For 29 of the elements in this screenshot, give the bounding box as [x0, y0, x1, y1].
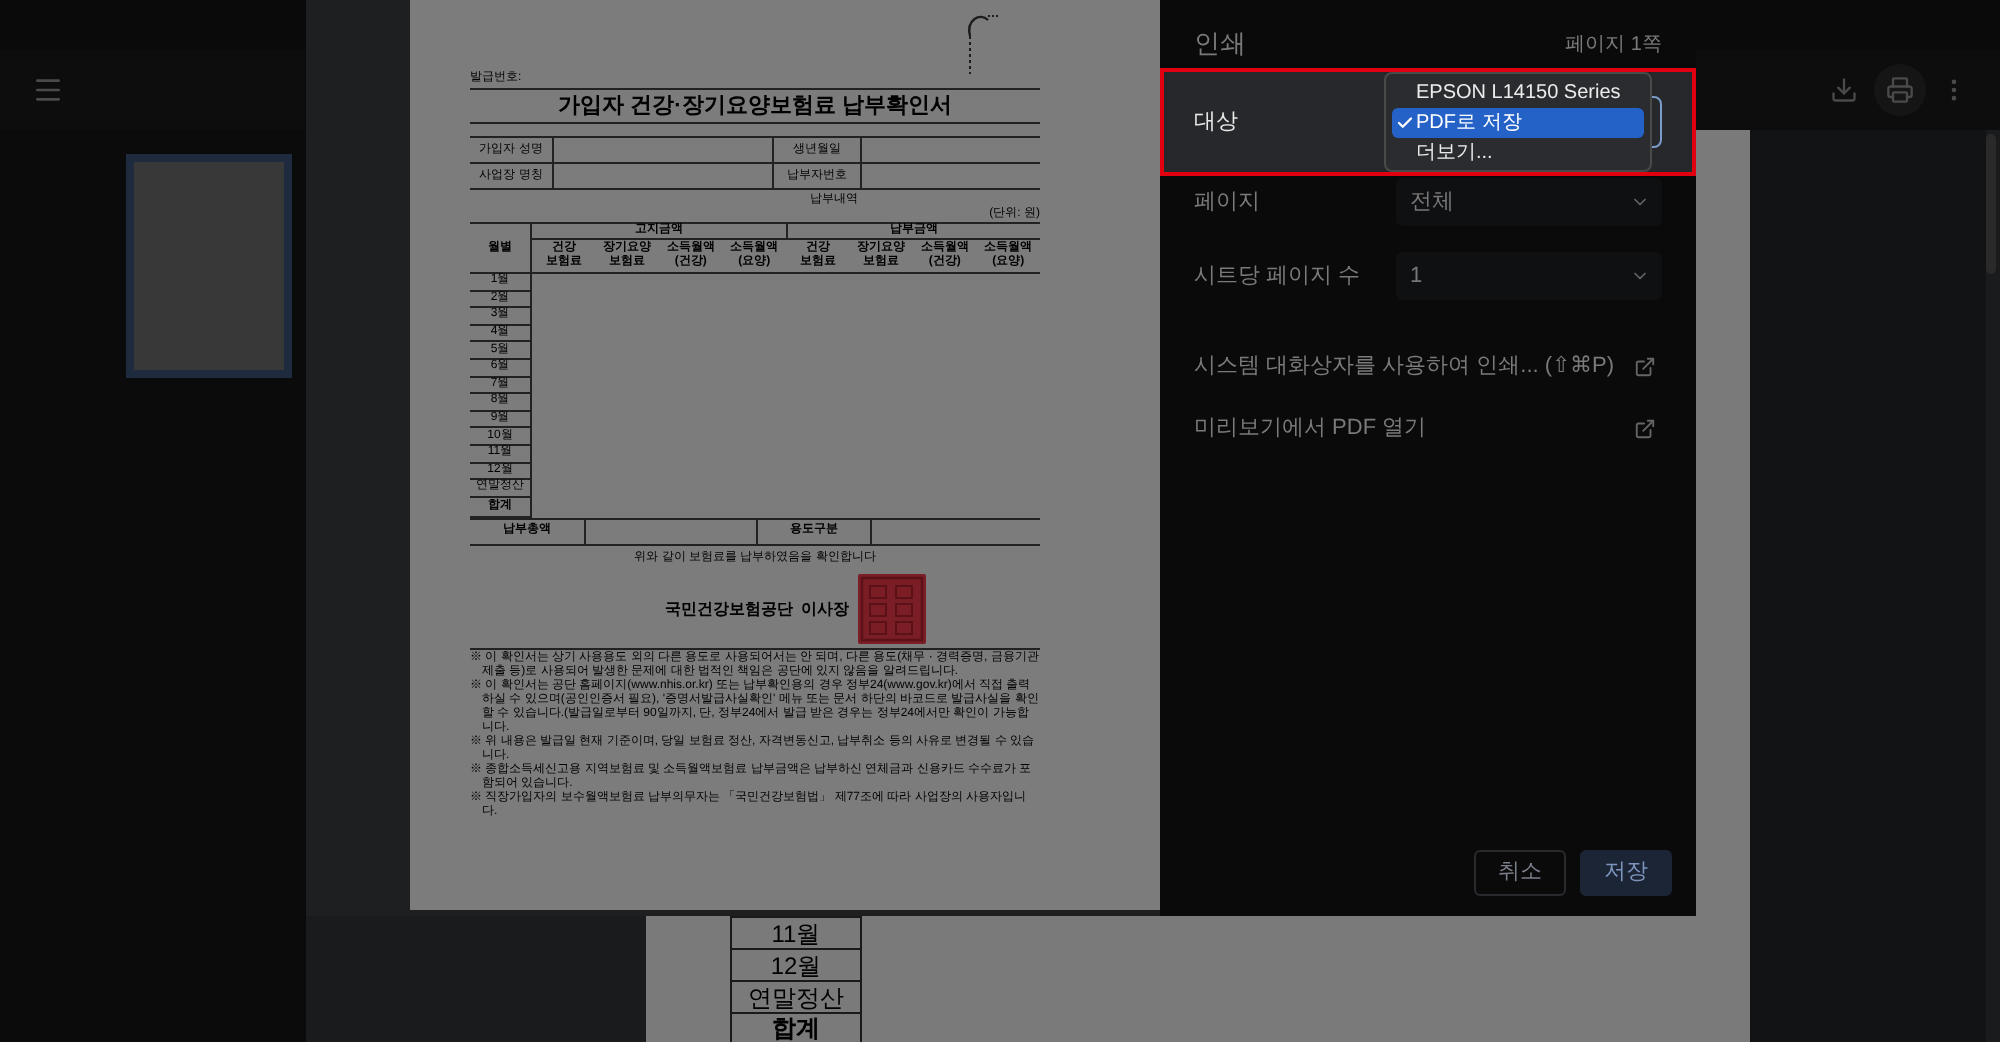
check-icon	[1395, 113, 1413, 131]
printer-icon	[1886, 76, 1914, 104]
external-link-icon[interactable]	[1634, 355, 1656, 377]
print-icon-button[interactable]	[1874, 64, 1926, 116]
download-icon[interactable]	[1830, 76, 1858, 104]
table-cell: 합계	[732, 1012, 860, 1042]
dialog-title: 인쇄	[1194, 26, 1246, 63]
scrollbar-thumb[interactable]	[1986, 134, 1996, 274]
dropdown-option[interactable]: EPSON L14150 Series	[1392, 77, 1644, 107]
save-button[interactable]: 저장	[1580, 850, 1672, 896]
external-link-icon[interactable]	[1634, 417, 1656, 439]
table-cell: 연말정산	[732, 980, 860, 1012]
dropdown-option[interactable]: PDF로 저장	[1392, 107, 1644, 137]
dialog-link[interactable]: 시스템 대화상자를 사용하여 인쇄... (⇧⌘P)	[1194, 349, 1615, 383]
setting-select[interactable]: 전체	[1396, 178, 1662, 226]
setting-label: 페이지	[1194, 187, 1260, 218]
dropdown-option[interactable]: 더보기...	[1392, 137, 1644, 167]
table-cell: 12월	[732, 948, 860, 980]
page-thumbnail[interactable]	[126, 154, 292, 378]
page-count: 페이지 1쪽	[1565, 31, 1662, 59]
dialog-link[interactable]: 미리보기에서 PDF 열기	[1194, 411, 1427, 445]
menu-icon[interactable]	[32, 74, 64, 106]
seal-stamp-icon	[857, 574, 926, 645]
document-title: 가입자 건강·장기요양보험료 납부확인서	[558, 94, 952, 118]
setting-label: 시트당 페이지 수	[1194, 261, 1361, 292]
setting-label: 대상	[1194, 107, 1238, 138]
setting-select[interactable]: 1	[1396, 252, 1662, 300]
issuer-name: 국민건강보험공단 이사장	[664, 597, 850, 622]
cancel-button[interactable]: 취소	[1474, 850, 1566, 896]
